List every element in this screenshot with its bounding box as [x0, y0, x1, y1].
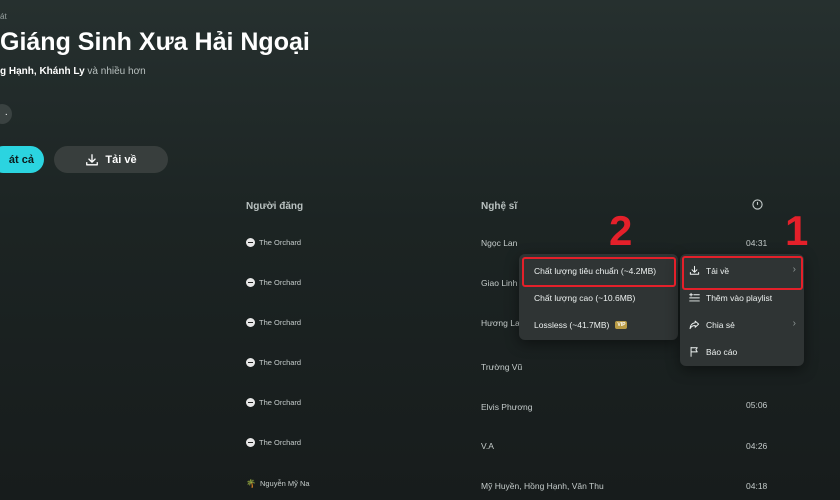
download-all-button[interactable]: Tải về	[54, 146, 168, 173]
table-row[interactable]: 🌴 Nguyễn Mỹ Na Mỹ Huyền, Hồng Hạnh, Vân T…	[0, 479, 840, 495]
column-header-artist: Nghệ sĩ	[481, 201, 518, 212]
uploader[interactable]: 🌴 Nguyễn Mỹ Na	[246, 479, 310, 488]
uploader[interactable]: The Orchard	[246, 438, 301, 447]
orchard-logo-icon	[246, 398, 255, 407]
artist-link-1[interactable]: g Hạnh,	[0, 66, 37, 77]
artist[interactable]: V.A	[481, 441, 494, 451]
artist[interactable]: Mỹ Huyền, Hồng Hạnh, Vân Thu	[481, 481, 604, 491]
playlist-artists: g Hạnh, Khánh Ly và nhiều hơn	[0, 66, 146, 77]
quality-lossless-item[interactable]: Lossless (~41.7MB) VIP	[534, 320, 628, 330]
play-all-label: át cả	[8, 153, 34, 166]
menu-item-add-to-playlist[interactable]: Thêm vào playlist	[689, 292, 772, 303]
artist[interactable]: Trường Vũ	[481, 362, 522, 372]
vip-badge: VIP	[615, 321, 628, 329]
download-icon	[86, 153, 99, 165]
uploader[interactable]: The Orchard	[246, 358, 301, 367]
orchard-logo-icon	[246, 238, 255, 247]
uploader[interactable]: The Orchard	[246, 318, 301, 327]
duration: 04:18	[746, 481, 768, 491]
more-dots-icon: ·	[4, 108, 8, 120]
duration: 04:31	[746, 238, 768, 248]
artist[interactable]: Hương Lan	[481, 318, 524, 328]
page-type-label: át	[0, 12, 7, 21]
artist-link-2[interactable]: Khánh Ly	[39, 66, 84, 77]
flag-icon	[690, 346, 698, 357]
table-row[interactable]: The Orchard Elvis Phương 05:06	[0, 398, 840, 414]
menu-item-report[interactable]: Báo cáo	[689, 346, 737, 357]
artist[interactable]: Elvis Phương	[481, 402, 532, 412]
quality-high-item[interactable]: Chất lượng cao (~10.6MB)	[534, 293, 635, 303]
highlight-box-quality	[522, 257, 676, 287]
download-all-label: Tải về	[105, 153, 137, 166]
uploader[interactable]: The Orchard	[246, 398, 301, 407]
chevron-right-icon: ›	[792, 318, 796, 329]
add-to-playlist-icon	[689, 292, 700, 302]
uploader[interactable]: The Orchard	[246, 238, 301, 247]
column-header-uploader: Người đăng	[246, 201, 304, 212]
table-row[interactable]: The Orchard Ngọc Lan 04:31	[0, 238, 840, 254]
orchard-logo-icon	[246, 278, 255, 287]
step-number-2: 2	[609, 207, 633, 254]
orchard-logo-icon	[246, 438, 255, 447]
highlight-box-download	[682, 256, 803, 290]
artist[interactable]: Ngọc Lan	[481, 238, 517, 248]
palm-tree-icon: 🌴	[246, 479, 256, 488]
play-all-button[interactable]: át cả	[0, 146, 44, 173]
clock-icon	[752, 199, 763, 210]
more-artists-text: và nhiều hơn	[87, 66, 146, 77]
orchard-logo-icon	[246, 358, 255, 367]
uploader[interactable]: The Orchard	[246, 278, 301, 287]
duration: 05:06	[746, 400, 768, 410]
share-icon	[689, 320, 700, 330]
step-number-1: 1	[785, 207, 809, 254]
more-options-button[interactable]: ·	[0, 104, 12, 124]
menu-item-share[interactable]: Chia sẻ	[689, 319, 735, 330]
playlist-title: Giáng Sinh Xưa Hải Ngoại	[0, 28, 310, 56]
duration: 04:26	[746, 441, 768, 451]
artist[interactable]: Giao Linh	[481, 278, 517, 288]
orchard-logo-icon	[246, 318, 255, 327]
table-row[interactable]: The Orchard V.A 04:26	[0, 438, 840, 454]
